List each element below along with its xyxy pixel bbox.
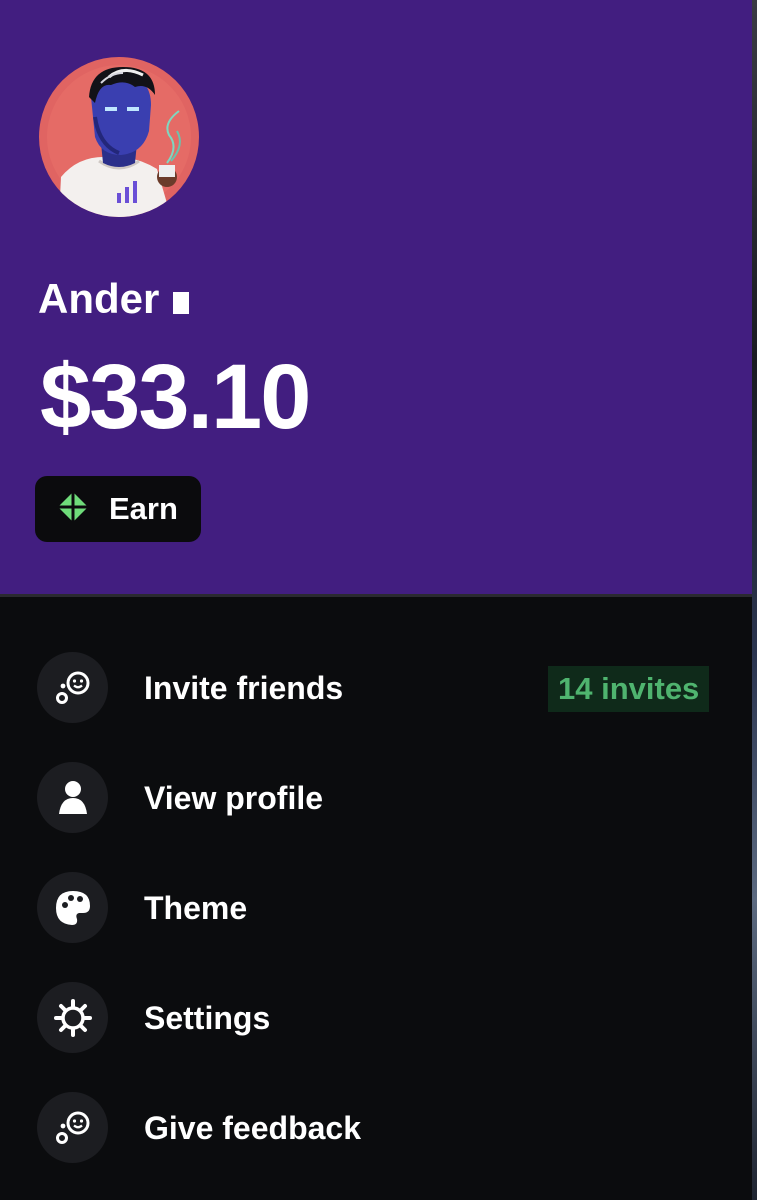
user-icon [37,762,108,833]
menu-item-label: View profile [144,780,324,816]
menu-item-invite-friends[interactable]: Invite friends 14 invites [0,632,752,742]
menu-item-settings[interactable]: Settings [0,962,752,1072]
earn-button-label: Earn [109,491,178,526]
text-cursor [173,292,190,314]
avatar[interactable] [39,57,199,217]
background-edge [752,0,757,1200]
gear-icon [37,982,108,1053]
menu-item-view-profile[interactable]: View profile [0,742,752,852]
username: Ander [38,272,190,326]
menu-item-label: Settings [144,1000,271,1036]
profile-header: Ander $33.10 Earn [0,0,752,594]
friends-icon [37,652,108,723]
section-divider [0,594,752,597]
username-text: Ander [38,275,160,322]
invite-count-badge: 14 invites [548,666,710,712]
diamond-icon [57,491,89,528]
palette-icon [37,872,108,943]
menu-item-label: Give feedback [144,1110,361,1146]
menu-item-label: Theme [144,890,248,926]
menu-item-give-feedback[interactable]: Give feedback [0,1072,752,1182]
menu-item-label: Invite friends [144,670,344,706]
menu-item-theme[interactable]: Theme [0,852,752,962]
earn-button[interactable]: Earn [35,476,201,542]
account-drawer: Ander $33.10 Earn Invite friends 14 invi… [0,0,752,1200]
feedback-icon [37,1092,108,1163]
balance-amount: $33.10 [40,346,311,448]
